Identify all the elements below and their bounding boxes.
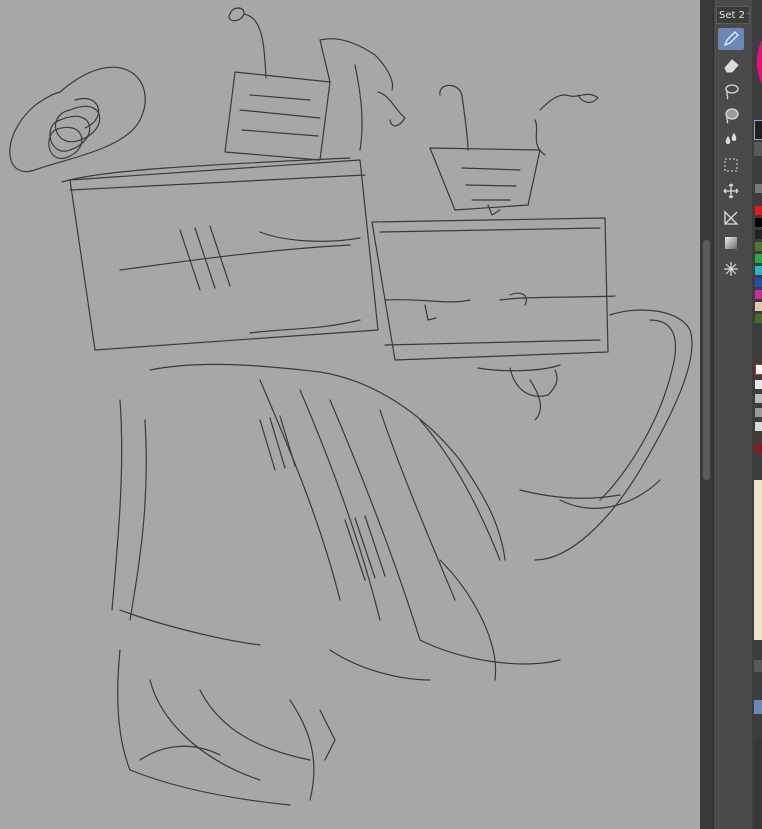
palette-swatch[interactable]: [755, 254, 762, 263]
palette-swatch[interactable]: [755, 290, 762, 299]
scrollbar-thumb[interactable]: [703, 240, 710, 480]
selection-tool-button[interactable]: [718, 154, 744, 176]
palette-swatch[interactable]: [755, 364, 762, 375]
palette-swatch[interactable]: [755, 242, 762, 251]
move-arrows-icon: [723, 183, 739, 199]
eraser-icon: [724, 59, 739, 73]
sparkle-icon: [724, 262, 738, 276]
palette-swatch[interactable]: [755, 218, 762, 227]
palette-swatch[interactable]: [755, 380, 762, 389]
eraser-tool-button[interactable]: [718, 54, 744, 76]
layer-active-button[interactable]: [754, 700, 762, 714]
palette-swatch[interactable]: [755, 184, 762, 193]
sketch-drawing: [9, 7, 693, 806]
current-color-box[interactable]: [754, 120, 762, 140]
palette-swatch[interactable]: [755, 230, 762, 239]
tool-panel: Set 2 ▼: [713, 0, 752, 829]
navigator-preview[interactable]: [754, 480, 762, 640]
palette-swatch[interactable]: [755, 444, 762, 453]
palette-swatch[interactable]: [755, 266, 762, 275]
color-mode-button[interactable]: [754, 142, 762, 156]
layer-list[interactable]: [754, 740, 762, 829]
set-selector[interactable]: Set 2 ▼: [716, 6, 750, 24]
gradient-icon: [725, 237, 737, 249]
set-selector-label: Set 2: [719, 10, 745, 21]
palette-swatch[interactable]: [755, 422, 762, 431]
lasso-tool-button[interactable]: [718, 80, 744, 102]
ruler-icon: [724, 210, 739, 225]
color-panel: [752, 0, 762, 829]
move-tool-button[interactable]: [718, 180, 744, 202]
palette-swatch[interactable]: [755, 314, 762, 323]
canvas-vertical-scrollbar[interactable]: [700, 0, 713, 829]
marquee-icon: [724, 158, 738, 172]
blend-tool-button[interactable]: [718, 128, 744, 150]
lasso-icon: [725, 84, 739, 100]
palette-swatch[interactable]: [755, 302, 762, 311]
pen-tool-button[interactable]: [718, 28, 744, 50]
water-drops-icon: [725, 133, 737, 144]
chevron-down-icon: ▼: [748, 11, 749, 20]
lasso-fill-tool-button[interactable]: [718, 104, 744, 126]
palette-swatch[interactable]: [755, 206, 762, 215]
palette-swatch[interactable]: [755, 408, 762, 417]
ruler-tool-button[interactable]: [718, 206, 744, 228]
pen-icon: [723, 31, 739, 47]
sparkle-tool-button[interactable]: [718, 258, 744, 280]
lasso-fill-icon: [725, 108, 739, 124]
panel-button[interactable]: [754, 660, 762, 672]
palette-swatch[interactable]: [755, 278, 762, 287]
palette-swatch[interactable]: [755, 394, 762, 403]
color-wheel[interactable]: [757, 22, 762, 102]
gradient-tool-button[interactable]: [718, 232, 744, 254]
drawing-canvas[interactable]: [0, 0, 700, 829]
